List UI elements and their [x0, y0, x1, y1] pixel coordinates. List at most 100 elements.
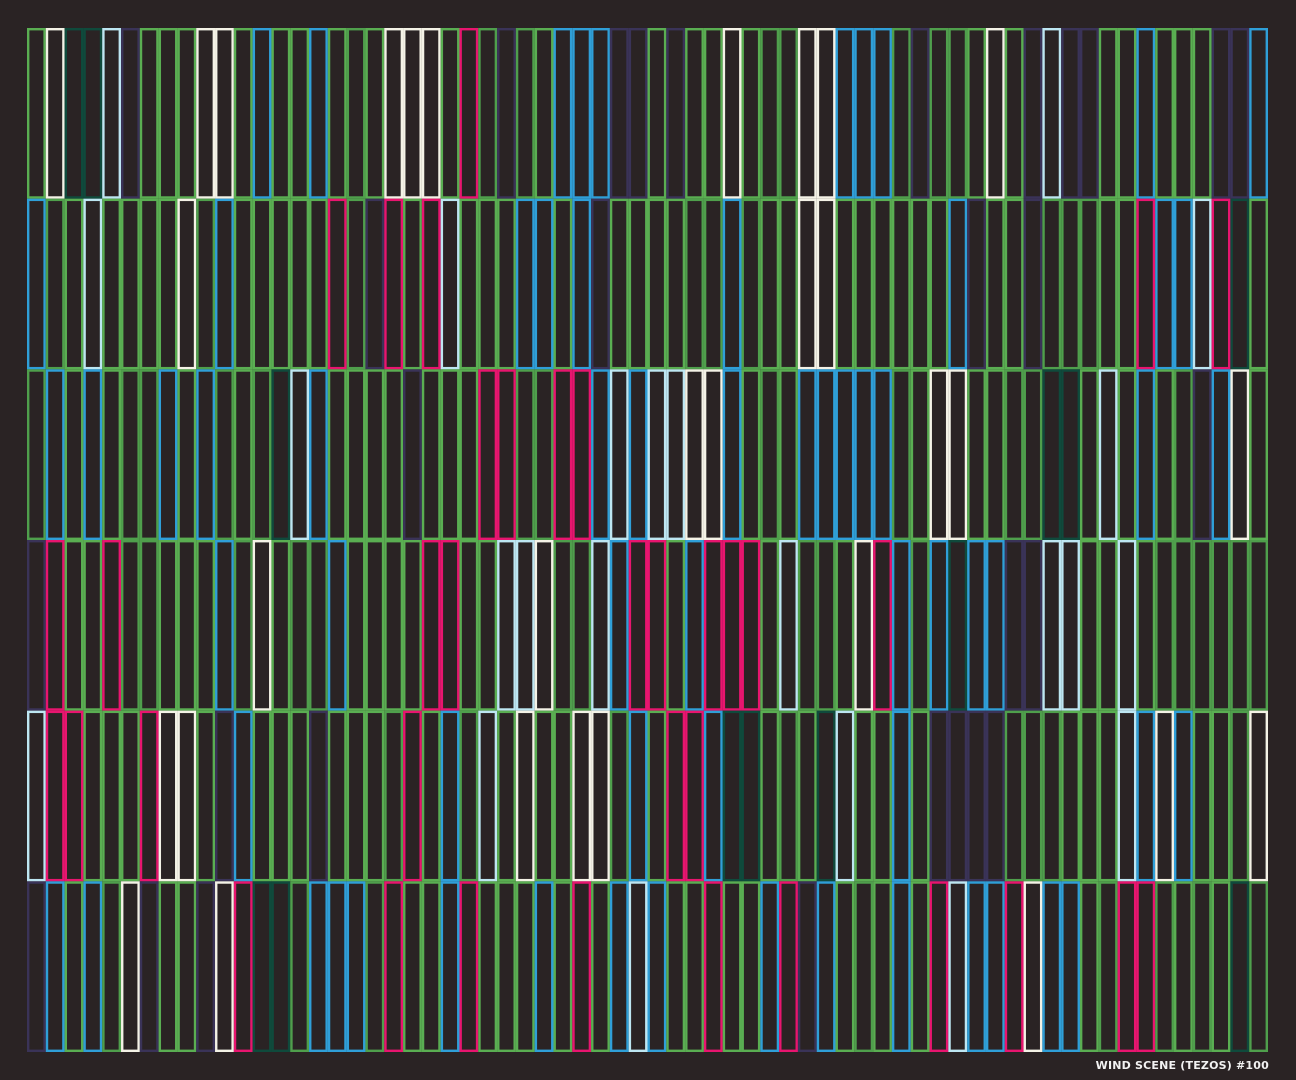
stripe-cell [478, 881, 498, 1053]
stripe-cell [64, 369, 84, 541]
stripe-cell [891, 710, 911, 882]
stripe-cell [1023, 710, 1043, 882]
stripe-cell [83, 540, 103, 711]
stripe-cell [403, 28, 422, 199]
stripe-cell [666, 540, 686, 711]
stripe-cell [515, 710, 535, 882]
stripe-cell [497, 881, 516, 1053]
stripe-cell [816, 710, 836, 882]
stripe-cell [121, 540, 140, 711]
stripe-cell [967, 710, 986, 882]
stripe-cell [478, 540, 498, 711]
stripe-cell [384, 28, 404, 199]
stripe-cell [1098, 540, 1118, 711]
stripe-cell [722, 881, 742, 1053]
stripe-cell [64, 198, 84, 370]
stripe-cell [948, 540, 968, 711]
stripe-cell [760, 710, 780, 882]
stripe-cell [121, 28, 140, 199]
stripe-cell [196, 198, 216, 370]
stripe-cell [534, 540, 554, 711]
stripe-cell [102, 540, 122, 711]
stripe-cell [534, 369, 554, 541]
stripe-cell [1117, 710, 1137, 882]
stripe-cell [459, 881, 479, 1053]
stripe-cell [121, 881, 140, 1053]
stripe-cell [158, 28, 178, 199]
stripe-cell [609, 881, 629, 1053]
stripe-cell [741, 540, 761, 711]
stripe-cell [403, 710, 422, 882]
stripe-cell [703, 710, 723, 882]
stripe-cell [1004, 540, 1024, 711]
stripe-cell [1061, 540, 1080, 711]
stripe-cell [421, 710, 441, 882]
stripe-cell [139, 881, 159, 1053]
stripe-cell [591, 198, 610, 370]
stripe-cell [27, 881, 46, 1053]
stripe-cell [1230, 540, 1250, 711]
stripe-cell [985, 881, 1005, 1053]
stripe-cell [271, 198, 291, 370]
stripe-cell [1173, 198, 1193, 370]
stripe-cell [196, 369, 216, 541]
stripe-cell [290, 710, 310, 882]
stripe-cell [534, 710, 554, 882]
stripe-cell [1173, 28, 1193, 199]
stripe-cell [1023, 198, 1043, 370]
stripe-cell [384, 881, 404, 1053]
stripe-cell [797, 198, 817, 370]
stripe-cell [459, 710, 479, 882]
stripe-cell [797, 881, 817, 1053]
stripe-cell [741, 369, 761, 541]
stripe-cell [1249, 881, 1269, 1053]
stripe-cell [816, 881, 836, 1053]
stripe-cell [572, 881, 592, 1053]
stripe-cell [910, 369, 930, 541]
stripe-cell [27, 710, 46, 882]
stripe-cell [421, 198, 441, 370]
stripe-cell [271, 369, 291, 541]
stripe-cell [910, 198, 930, 370]
stripe-cell [497, 540, 516, 711]
stripe-cell [1004, 710, 1024, 882]
stripe-cell [572, 540, 592, 711]
stripe-cell [271, 28, 291, 199]
stripe-cell [948, 28, 968, 199]
stripe-cell [760, 881, 780, 1053]
stripe-cell [83, 198, 103, 370]
stripe-cell [609, 28, 629, 199]
stripe-cell [45, 710, 65, 882]
stripe-cell [327, 198, 347, 370]
stripe-cell [233, 198, 253, 370]
stripe-cell [1098, 198, 1118, 370]
stripe-cell [1211, 198, 1231, 370]
stripe-cell [139, 198, 159, 370]
stripe-cell [609, 198, 629, 370]
stripe-cell [478, 28, 498, 199]
stripe-cell [760, 28, 780, 199]
stripe-cell [703, 369, 723, 541]
stripe-cell [797, 369, 817, 541]
stripe-cell [609, 540, 629, 711]
stripe-cell [102, 881, 122, 1053]
stripe-cell [948, 369, 968, 541]
stripe-cell [854, 710, 874, 882]
stripe-cell [1061, 198, 1080, 370]
stripe-cell [27, 540, 46, 711]
stripe-cell [534, 881, 554, 1053]
stripe-cell [647, 710, 667, 882]
stripe-cell [1173, 710, 1193, 882]
stripe-cell [1023, 28, 1043, 199]
stripe-cell [1061, 881, 1080, 1053]
stripe-cell [515, 28, 535, 199]
stripe-cell [158, 710, 178, 882]
stripe-cell [760, 198, 780, 370]
stripe-cell [515, 540, 535, 711]
stripe-cell [779, 28, 798, 199]
stripe-cell [196, 540, 216, 711]
stripe-cell [83, 28, 103, 199]
stripe-cell [252, 710, 272, 882]
stripe-cell [703, 198, 723, 370]
stripe-cell [45, 28, 65, 199]
